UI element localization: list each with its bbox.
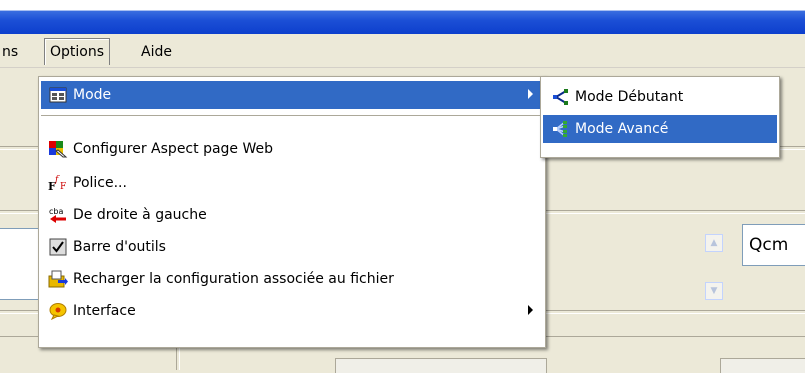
submenu-item-mode-debutant[interactable]: Mode Débutant bbox=[543, 83, 777, 111]
reload-config-icon bbox=[47, 269, 69, 289]
menu-item-label: Configurer Aspect page Web bbox=[73, 141, 274, 157]
mode-submenu: Mode Débutant Mode Avancé bbox=[540, 76, 780, 158]
checkbox-icon bbox=[47, 237, 69, 257]
submenu-item-label: Mode Avancé bbox=[575, 121, 669, 137]
menu-item-label: De droite à gauche bbox=[73, 207, 207, 223]
submenu-arrow-icon bbox=[528, 305, 533, 315]
options-menu: Mode Configurer Aspect page Web FfF Poli… bbox=[38, 76, 546, 348]
grid-window-icon bbox=[47, 85, 69, 105]
qcm-field-text: Qcm bbox=[749, 235, 789, 255]
speech-bubble-icon bbox=[47, 301, 69, 321]
window-title-bar bbox=[0, 0, 805, 34]
submenu-item-mode-avance[interactable]: Mode Avancé bbox=[543, 115, 777, 143]
menu-bar: ns Options Aide bbox=[0, 34, 805, 68]
svg-text:F: F bbox=[60, 182, 66, 192]
submenu-arrow-icon bbox=[528, 89, 533, 99]
font-icon: FfF bbox=[47, 173, 69, 193]
tree-advanced-icon bbox=[549, 119, 571, 139]
menu-item-label: Interface bbox=[73, 303, 136, 319]
menu-item-interface[interactable]: Interface bbox=[41, 297, 543, 325]
menu-item-label: Police... bbox=[73, 175, 127, 191]
tree-simple-icon bbox=[549, 87, 571, 107]
menu-item-police[interactable]: FfF Police... bbox=[41, 169, 543, 197]
submenu-item-label: Mode Débutant bbox=[575, 89, 684, 105]
menu-item-barre-outils[interactable]: Barre d'outils bbox=[41, 233, 543, 261]
menu-aide[interactable]: Aide bbox=[141, 42, 172, 62]
background-button[interactable] bbox=[720, 358, 805, 373]
menu-item-droite-gauche[interactable]: cba De droite à gauche bbox=[41, 201, 543, 229]
scroll-down-button[interactable]: ▼ bbox=[705, 282, 723, 300]
background-button[interactable] bbox=[335, 358, 547, 373]
menu-item-mode[interactable]: Mode bbox=[41, 81, 543, 109]
svg-text:cba: cba bbox=[49, 207, 63, 216]
menu-item-configurer-aspect[interactable]: Configurer Aspect page Web bbox=[41, 135, 543, 163]
menu-separator bbox=[41, 115, 543, 119]
rtl-arrow-icon: cba bbox=[47, 205, 69, 225]
scroll-up-button[interactable]: ▲ bbox=[705, 234, 723, 252]
menu-item-recharger-config[interactable]: Recharger la configuration associée au f… bbox=[41, 265, 543, 293]
palette-page-icon bbox=[47, 139, 69, 159]
menu-item-label: Mode bbox=[73, 87, 112, 103]
menu-item-previous[interactable]: ns bbox=[2, 42, 18, 62]
menu-options[interactable]: Options bbox=[44, 38, 111, 65]
qcm-field[interactable]: Qcm bbox=[742, 224, 805, 266]
menu-item-label: Recharger la configuration associée au f… bbox=[73, 271, 394, 287]
menu-item-label: Barre d'outils bbox=[73, 239, 166, 255]
